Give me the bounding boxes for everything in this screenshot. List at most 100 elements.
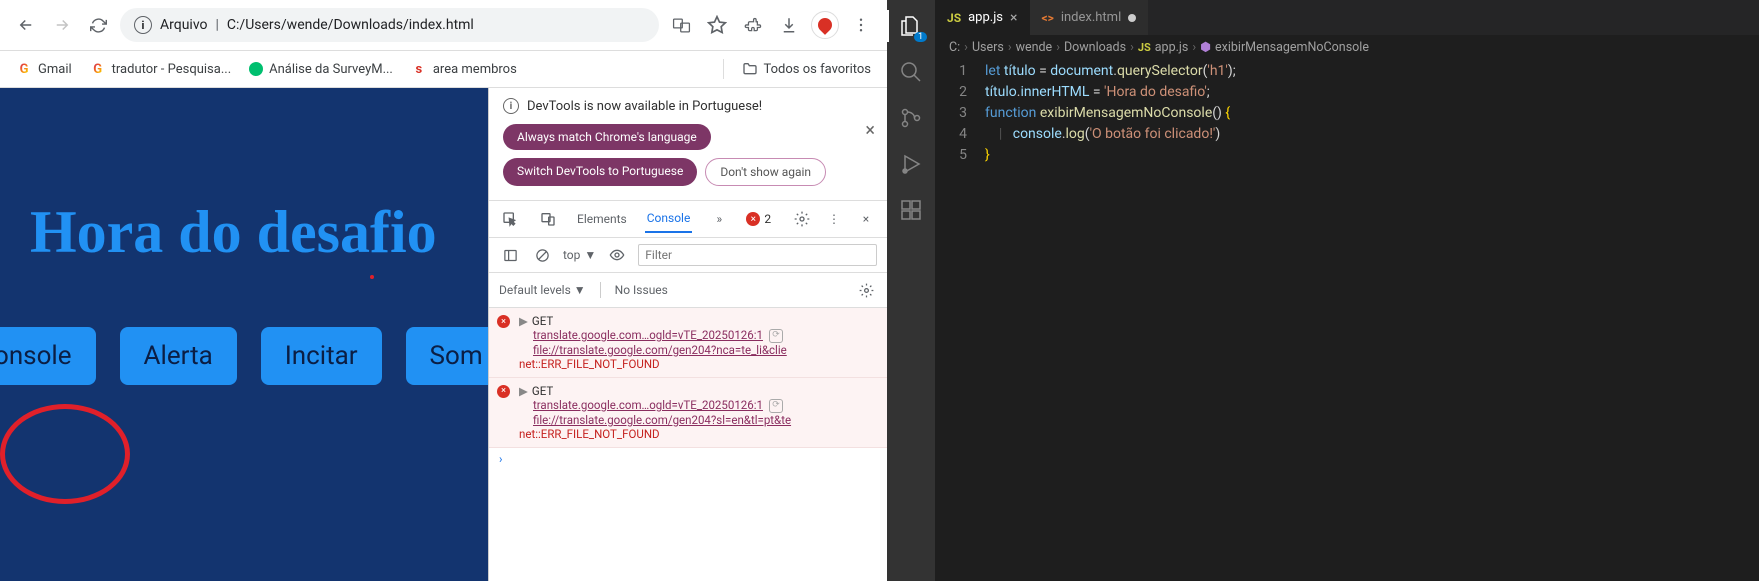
source-control-icon[interactable]: [895, 102, 927, 134]
addr-path: C:/Users/wende/Downloads/index.html: [227, 17, 474, 33]
site-icon: s: [411, 61, 427, 77]
pill-switch-pt[interactable]: Switch DevTools to Portuguese: [503, 158, 697, 186]
no-issues-label: No Issues: [615, 283, 668, 297]
devtools-tabs: Elements Console » ×2 ⋮ ×: [489, 200, 887, 238]
site-info-icon[interactable]: i: [134, 16, 152, 34]
bookmark-bar: GGmail Gtradutor - Pesquisa... Análise d…: [0, 51, 887, 88]
device-toggle-icon[interactable]: [537, 208, 559, 230]
address-bar[interactable]: i Arquivo | C:/Users/wende/Downloads/ind…: [120, 8, 659, 42]
live-expression-icon[interactable]: [606, 244, 628, 266]
tab-index-html[interactable]: <> index.html: [1030, 0, 1149, 35]
devtools-panel: X i DevTools is now available in Portugu…: [488, 88, 887, 581]
error-icon: ×: [497, 385, 510, 398]
chrome-content: Hora do desafio onsole Alerta Incitar So…: [0, 88, 887, 581]
code-editor[interactable]: 1 2 3 4 5 let título = document.querySel…: [935, 59, 1759, 581]
expand-caret-icon[interactable]: ▶: [519, 384, 528, 398]
bookmark-all-favorites[interactable]: Todos os favoritos: [742, 61, 872, 77]
console-toolbar-2: Default levels ▼ No Issues: [489, 273, 887, 308]
error-text: net::ERR_FILE_NOT_FOUND: [519, 427, 877, 441]
google-icon: G: [90, 61, 106, 77]
separator: [723, 59, 724, 79]
profile-avatar-icon: [815, 15, 835, 35]
surveymonkey-icon: [249, 62, 263, 76]
alerta-button[interactable]: Alerta: [120, 327, 237, 385]
error-icon: ×: [497, 315, 510, 328]
error-link[interactable]: translate.google.com…ogld=vTE_20250126:1…: [519, 398, 877, 413]
translate-icon[interactable]: [667, 11, 695, 39]
page-title: Hora do desafio: [0, 88, 488, 267]
js-file-icon: JS: [947, 11, 961, 25]
error-text: net::ERR_FILE_NOT_FOUND: [519, 357, 877, 371]
console-error-msg[interactable]: × ▶GET translate.google.com…ogld=vTE_202…: [489, 308, 887, 378]
kebab-icon[interactable]: ⋮: [823, 208, 845, 230]
error-link[interactable]: translate.google.com…ogld=vTE_20250126:1…: [519, 328, 877, 343]
console-output: × ▶GET translate.google.com…ogld=vTE_202…: [489, 308, 887, 581]
settings-icon[interactable]: [791, 208, 813, 230]
editor-tabs: JS app.js × <> index.html: [935, 0, 1759, 35]
sidebar-toggle-icon[interactable]: [499, 244, 521, 266]
download-icon[interactable]: [775, 11, 803, 39]
breadcrumb[interactable]: C:› Users› wende› Downloads› JS app.js› …: [935, 35, 1759, 59]
vscode-window: 1 JS app.js × <> index.html C:› Users› w…: [887, 0, 1759, 581]
chrome-window: i Arquivo | C:/Users/wende/Downloads/ind…: [0, 0, 887, 581]
vscode-editor-area: JS app.js × <> index.html C:› Users› wen…: [935, 0, 1759, 581]
clear-console-icon[interactable]: [531, 244, 553, 266]
annotation-circle: [0, 404, 130, 504]
menu-icon[interactable]: [847, 11, 875, 39]
annotation-dot: [370, 275, 374, 279]
search-icon[interactable]: [895, 56, 927, 88]
soma-button[interactable]: Som: [406, 327, 488, 385]
run-debug-icon[interactable]: [895, 148, 927, 180]
folder-icon: [742, 61, 758, 77]
line-gutter: 1 2 3 4 5: [935, 61, 985, 581]
error-link[interactable]: file://translate.google.com/gen204?nca=t…: [519, 343, 877, 357]
button-row: onsole Alerta Incitar Som: [0, 267, 488, 385]
method-icon: ⬢: [1200, 39, 1211, 55]
close-icon[interactable]: ×: [1010, 10, 1017, 26]
context-selector[interactable]: top ▼: [563, 248, 596, 262]
console-button[interactable]: onsole: [0, 327, 96, 385]
explorer-icon[interactable]: 1: [895, 10, 927, 42]
more-tabs-icon[interactable]: »: [708, 208, 730, 230]
forward-button[interactable]: [48, 11, 76, 39]
tab-app-js[interactable]: JS app.js ×: [935, 0, 1030, 35]
chrome-toolbar: i Arquivo | C:/Users/wende/Downloads/ind…: [0, 0, 887, 51]
profile-button[interactable]: [811, 11, 839, 39]
pill-dont-show[interactable]: Don't show again: [705, 158, 826, 186]
console-error-msg[interactable]: × ▶GET translate.google.com…ogld=vTE_202…: [489, 378, 887, 448]
webpage: Hora do desafio onsole Alerta Incitar So…: [0, 88, 488, 581]
reload-button[interactable]: [84, 11, 112, 39]
vm-icon: ⟳: [769, 399, 783, 413]
error-badge[interactable]: ×2: [746, 212, 771, 226]
code-content[interactable]: let título = document.querySelector('h1'…: [985, 61, 1759, 581]
bookmark-tradutor[interactable]: Gtradutor - Pesquisa...: [90, 61, 231, 77]
filter-input[interactable]: [638, 244, 877, 266]
extensions-icon[interactable]: [739, 11, 767, 39]
bookmark-area[interactable]: sarea membros: [411, 61, 517, 77]
vm-icon: ⟳: [769, 329, 783, 343]
pill-always-match[interactable]: Always match Chrome's language: [503, 124, 711, 150]
html-file-icon: <>: [1042, 11, 1054, 25]
star-icon[interactable]: [703, 11, 731, 39]
activity-bar: 1: [887, 0, 935, 581]
badge: 1: [914, 32, 927, 42]
console-prompt[interactable]: ›: [489, 448, 887, 470]
bookmark-survey[interactable]: Análise da SurveyM...: [249, 62, 393, 77]
error-link[interactable]: file://translate.google.com/gen204?sl=en…: [519, 413, 877, 427]
banner-close-icon[interactable]: ×: [865, 120, 875, 141]
tab-console[interactable]: Console: [645, 205, 693, 233]
expand-caret-icon[interactable]: ▶: [519, 314, 528, 328]
google-icon: G: [16, 61, 32, 77]
inspect-icon[interactable]: [499, 208, 521, 230]
log-levels-selector[interactable]: Default levels ▼: [499, 283, 586, 297]
tab-elements[interactable]: Elements: [575, 206, 629, 232]
bookmark-gmail[interactable]: GGmail: [16, 61, 72, 77]
devtools-close-icon[interactable]: ×: [855, 208, 877, 230]
back-button[interactable]: [12, 11, 40, 39]
extensions-icon[interactable]: [895, 194, 927, 226]
incitar-button[interactable]: Incitar: [261, 327, 382, 385]
js-file-icon: JS: [1138, 41, 1151, 54]
info-icon: i: [503, 98, 519, 114]
console-settings-icon[interactable]: [855, 279, 877, 301]
error-icon: ×: [746, 212, 760, 226]
